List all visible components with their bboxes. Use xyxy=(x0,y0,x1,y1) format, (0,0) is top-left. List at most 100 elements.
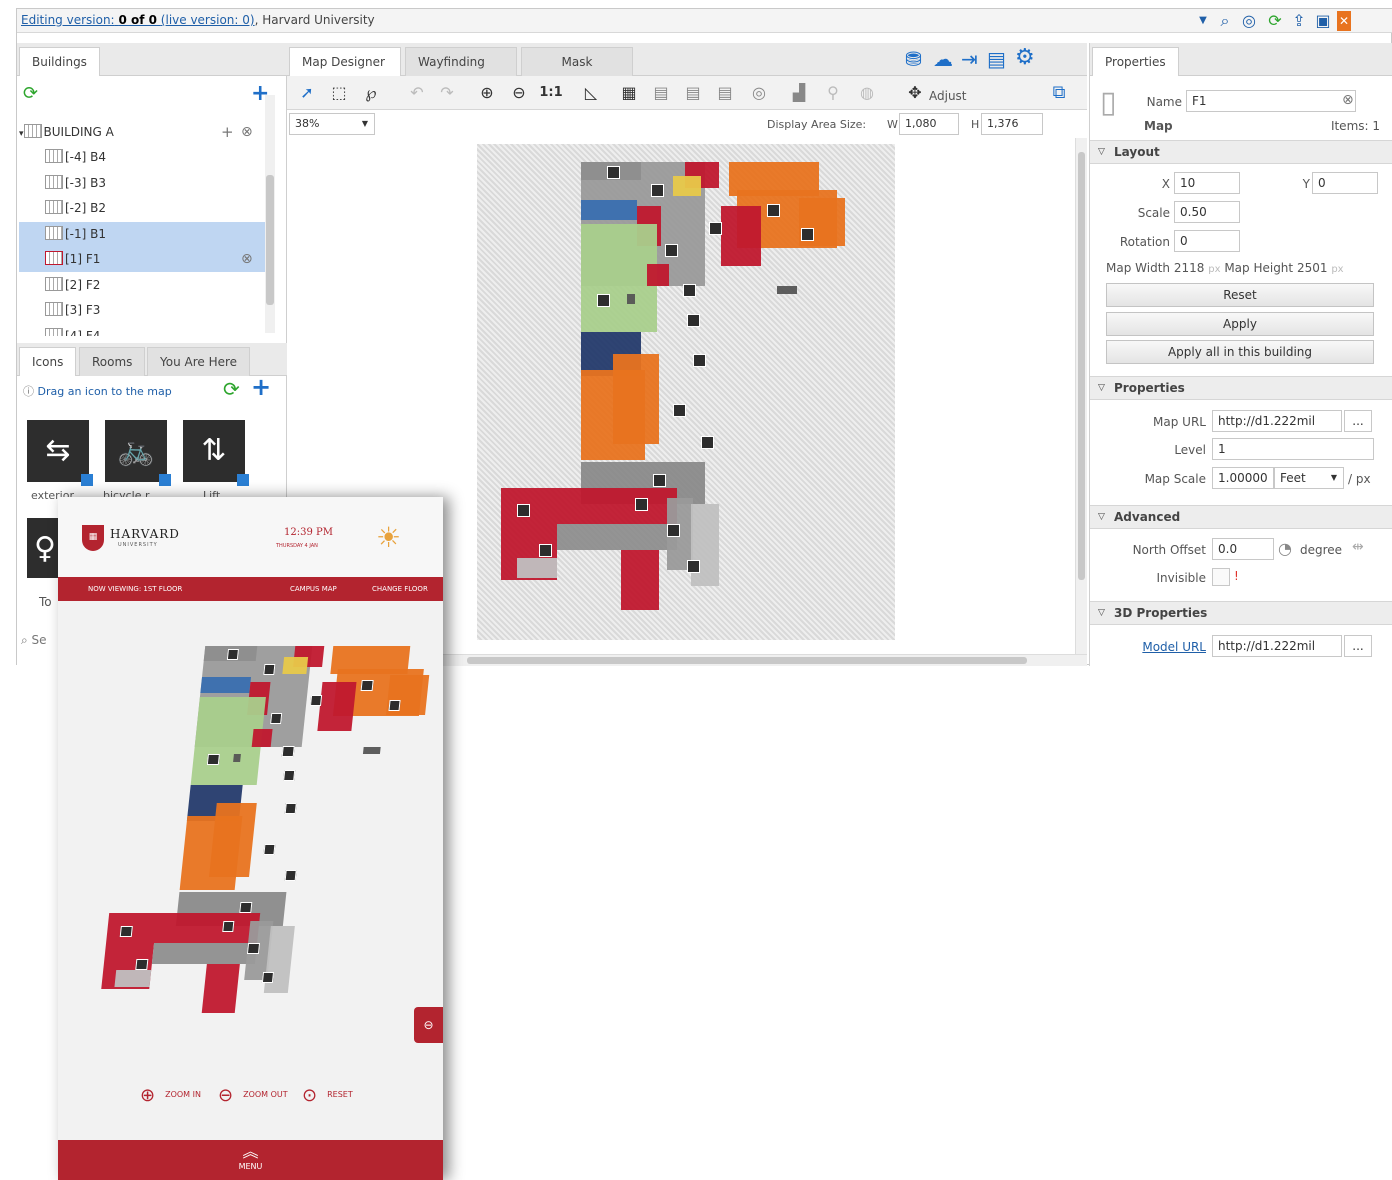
remove-building-icon[interactable]: ⊗ xyxy=(241,120,253,145)
map-edit-icon[interactable]: ⧉ xyxy=(1047,82,1071,104)
map-room[interactable] xyxy=(317,681,357,732)
adjust-icon[interactable]: ✥ xyxy=(903,82,927,104)
map-marker-icon[interactable] xyxy=(135,959,149,971)
map-marker-icon[interactable] xyxy=(247,942,260,954)
map-marker-icon[interactable] xyxy=(281,745,295,757)
editing-version-link[interactable]: Editing version: 0 of 0 (live version: 0… xyxy=(21,13,255,27)
display-width-input[interactable]: 1,080 xyxy=(899,113,959,135)
search-icon[interactable]: ⌕ xyxy=(1215,11,1235,31)
map-room[interactable] xyxy=(721,206,761,266)
align-left-icon[interactable]: ▤ xyxy=(649,82,673,104)
zoom-select[interactable]: 38% ▼ xyxy=(289,113,375,135)
tab-you-are-here[interactable]: You Are Here xyxy=(147,347,251,376)
canvas-vertical-scrollbar[interactable] xyxy=(1075,138,1087,654)
lasso-tool-icon[interactable]: ℘ xyxy=(359,82,383,104)
map-marker-icon[interactable] xyxy=(517,504,530,517)
map-marker-icon[interactable] xyxy=(269,713,283,725)
campus-map-link[interactable]: CAMPUS MAP xyxy=(290,577,337,601)
map-marker-icon[interactable] xyxy=(683,284,696,297)
clock-icon[interactable]: ◔ xyxy=(1278,539,1292,558)
building-row[interactable]: ▾ BUILDING A + ⊗ xyxy=(19,120,265,145)
map-room[interactable] xyxy=(200,676,251,694)
clear-name-icon[interactable]: ⊗ xyxy=(1342,92,1354,108)
scale-input[interactable]: 0.50 xyxy=(1174,201,1240,223)
redo-icon[interactable]: ↷ xyxy=(435,82,459,104)
map-marker-icon[interactable] xyxy=(222,921,235,933)
floor-row[interactable]: [-1] B1 xyxy=(19,221,265,247)
compass-icon[interactable]: ⇹ xyxy=(1352,539,1364,555)
floor-row[interactable]: [2] F2 xyxy=(19,273,265,298)
zoom-in-icon[interactable]: ⊕ xyxy=(475,82,499,104)
marquee-tool-icon[interactable]: ⬚ xyxy=(327,82,351,104)
canvas-vscroll-thumb[interactable] xyxy=(1078,152,1085,580)
map-scale-unit-select[interactable]: Feet ▼ xyxy=(1274,467,1344,489)
tab-wayfinding[interactable]: Wayfinding xyxy=(405,47,517,76)
map-marker-icon[interactable] xyxy=(801,228,814,241)
floor-row[interactable]: [-3] B3 xyxy=(19,171,265,196)
floor-row[interactable]: [-2] B2 xyxy=(19,196,265,221)
add-floor-icon[interactable]: + xyxy=(221,120,234,145)
map-room[interactable] xyxy=(581,200,637,220)
tab-map-designer[interactable]: Map Designer xyxy=(289,47,401,76)
map-url-input[interactable]: http://d1.222mil xyxy=(1212,410,1342,432)
map-url-browse-button[interactable]: ... xyxy=(1344,410,1372,432)
map-room[interactable] xyxy=(777,286,797,294)
kiosk-floor-plan[interactable] xyxy=(78,631,438,1014)
map-room[interactable] xyxy=(208,803,257,877)
map-room[interactable] xyxy=(233,754,241,763)
adjust-label[interactable]: Adjust xyxy=(929,89,967,103)
layers-icon[interactable]: ▤ xyxy=(987,47,1006,71)
map-marker-icon[interactable] xyxy=(309,694,323,706)
canvas-hscroll-thumb[interactable] xyxy=(467,657,1027,664)
refresh-icon[interactable]: ⟳ xyxy=(1265,11,1285,31)
kiosk-menu-bar[interactable]: ︽ MENU xyxy=(58,1140,443,1180)
map-marker-icon[interactable] xyxy=(687,314,700,327)
map-scale-input[interactable]: 1.00000 xyxy=(1212,467,1274,489)
floor-plan[interactable] xyxy=(477,144,895,640)
measure-icon[interactable]: ◺ xyxy=(579,82,603,104)
x-input[interactable]: 10 xyxy=(1174,172,1240,194)
kiosk-side-tab[interactable]: ⊖ xyxy=(414,1007,443,1043)
add-icon-icon[interactable]: + xyxy=(251,373,271,401)
actual-size-button[interactable]: 1:1 xyxy=(539,82,563,104)
map-marker-icon[interactable] xyxy=(284,870,297,882)
map-room[interactable] xyxy=(281,657,308,674)
dropdown-arrow-icon[interactable]: ▼ xyxy=(1193,11,1213,31)
map-marker-icon[interactable] xyxy=(665,244,678,257)
map-room[interactable] xyxy=(691,504,719,586)
exterior-icon[interactable]: ⇆ xyxy=(27,420,93,486)
map-room[interactable] xyxy=(613,354,659,444)
floor-row[interactable]: [1] F1 ⊗ xyxy=(19,247,265,272)
upload-icon[interactable]: ☁ xyxy=(933,47,953,71)
map-marker-icon[interactable] xyxy=(239,901,253,913)
bicycle-icon[interactable]: 🚲 xyxy=(105,420,171,486)
apply-all-button[interactable]: Apply all in this building xyxy=(1106,340,1374,364)
map-marker-icon[interactable] xyxy=(767,204,780,217)
reset-button[interactable]: Reset xyxy=(1106,283,1374,307)
map-room[interactable] xyxy=(647,264,669,286)
map-marker-icon[interactable] xyxy=(651,184,664,197)
tab-mask[interactable]: Mask xyxy=(521,47,633,76)
map-marker-icon[interactable] xyxy=(282,770,296,782)
map-marker-icon[interactable] xyxy=(635,498,648,511)
map-marker-icon[interactable] xyxy=(284,803,297,815)
map-room[interactable] xyxy=(517,558,557,578)
map-room[interactable] xyxy=(581,224,657,332)
map-room[interactable] xyxy=(114,970,151,987)
3d-properties-section-header[interactable]: ▽ 3D Properties xyxy=(1090,601,1392,625)
map-marker-icon[interactable] xyxy=(360,680,374,692)
save-icon[interactable]: ▣ xyxy=(1313,11,1333,31)
change-floor-link[interactable]: CHANGE FLOOR xyxy=(372,577,428,601)
beacon-icon[interactable]: ◎ xyxy=(747,82,771,104)
map-room[interactable] xyxy=(621,550,659,610)
map-area[interactable] xyxy=(477,144,895,640)
map-room[interactable] xyxy=(557,524,677,550)
invisible-checkbox[interactable] xyxy=(1212,568,1230,586)
kiosk-zoom-out-button[interactable]: ⊖ ZOOM OUT xyxy=(218,1085,288,1106)
floor-row[interactable]: [3] F3 xyxy=(19,298,265,323)
map-marker-icon[interactable] xyxy=(597,294,610,307)
tree-scrollbar[interactable] xyxy=(265,95,275,333)
icon-search[interactable]: ⌕ Se xyxy=(21,633,47,648)
building-tool-icon[interactable]: ▟ xyxy=(787,82,811,104)
tab-icons[interactable]: Icons xyxy=(19,347,77,376)
